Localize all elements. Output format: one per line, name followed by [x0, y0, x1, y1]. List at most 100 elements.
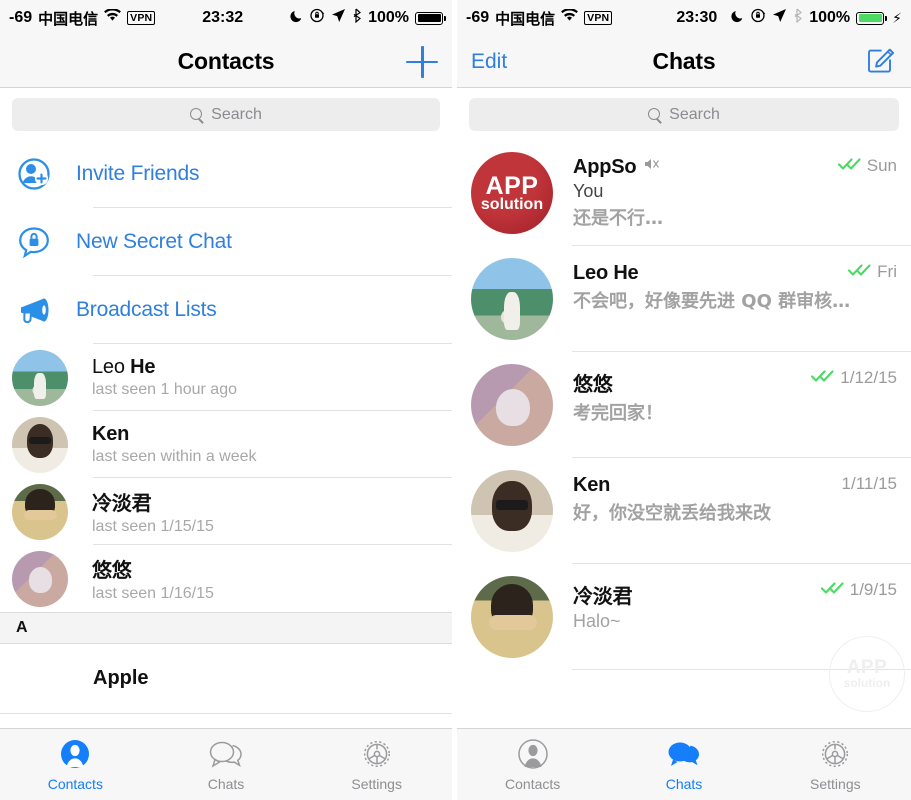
secret-chat-lock-icon: [14, 222, 76, 262]
signal-strength: -69: [9, 9, 33, 26]
avatar: [471, 470, 553, 552]
status-clock-group: 23:30: [676, 9, 717, 27]
tab-settings[interactable]: Settings: [760, 737, 911, 792]
chat-row[interactable]: 悠悠 1/12/15 考完回家！: [457, 352, 911, 458]
chat-row[interactable]: 冷淡君 1/9/15 Halo~: [457, 564, 911, 670]
tab-bar-right: Contacts Chats Settings: [457, 728, 911, 800]
battery-percent: 100%: [809, 9, 851, 26]
avatar: [471, 576, 553, 658]
nav-bar-contacts: Contacts: [0, 36, 452, 88]
tab-bar-left: Contacts Chats Settings: [0, 728, 452, 800]
chat-date: 1/9/15: [849, 580, 897, 599]
status-bar-right: -69 中国电信 VPN 23:30 100% ⚡: [457, 0, 911, 36]
tab-label: Chats: [207, 776, 245, 792]
chat-row[interactable]: Leo He Fri 不会吧，好像要先进 QQ 群审核…: [457, 246, 911, 352]
avatar: [12, 416, 68, 473]
tab-label: Contacts: [47, 776, 103, 792]
status-time: 23:30: [676, 9, 718, 26]
chat-date: 1/12/15: [840, 368, 897, 387]
action-new-secret-chat[interactable]: New Secret Chat: [0, 208, 452, 276]
contacts-list: Invite Friends New Secret Chat Broadcast…: [0, 140, 452, 714]
moon-icon: [731, 9, 745, 28]
add-contact-button[interactable]: [406, 45, 438, 78]
search-placeholder: Search: [211, 105, 262, 123]
avatar: [12, 349, 68, 406]
chat-date: Fri: [877, 262, 897, 281]
avatar: [471, 364, 553, 446]
chat-bubbles-icon: [208, 737, 244, 771]
wifi-icon: [561, 8, 579, 27]
chat-name: AppSo: [573, 156, 637, 178]
chat-bubbles-icon: [666, 737, 702, 771]
gear-icon: [818, 737, 852, 771]
chat-sender: You: [573, 181, 604, 201]
compose-icon: [865, 43, 897, 80]
battery-percent: 100%: [368, 9, 409, 26]
search-input[interactable]: Search: [469, 98, 899, 131]
contact-row[interactable]: 悠悠 last seen 1/16/15: [0, 545, 452, 612]
contact-row-apple[interactable]: Apple: [0, 644, 452, 714]
contact-row[interactable]: Ken last seen within a week: [0, 411, 452, 478]
bluetooth-icon: [352, 8, 362, 28]
add-person-icon: [14, 154, 76, 194]
section-header-a: A: [0, 612, 452, 644]
contact-name: 悠悠: [92, 558, 132, 582]
double-check-icon: [811, 369, 835, 388]
person-icon: [58, 737, 92, 771]
chat-preview: Halo~: [573, 611, 621, 631]
tab-chats[interactable]: Chats: [608, 737, 759, 792]
page-title: Chats: [652, 48, 716, 74]
compose-button[interactable]: [865, 43, 897, 80]
contact-name: Ken: [92, 423, 130, 445]
chat-preview: 不会吧，好像要先进 QQ 群审核…: [573, 291, 851, 312]
avatar: [12, 483, 68, 540]
chat-row[interactable]: Ken 1/11/15 好，你没空就丢给我来改: [457, 458, 911, 564]
avatar-text-primary: APP: [485, 171, 539, 200]
contact-last-seen: last seen 1 hour ago: [92, 381, 237, 398]
avatar: [12, 550, 68, 607]
contact-row[interactable]: Leo He last seen 1 hour ago: [0, 344, 452, 411]
battery-icon: [415, 11, 446, 25]
tab-chats[interactable]: Chats: [151, 737, 302, 792]
moon-icon: [290, 9, 304, 28]
tab-contacts[interactable]: Contacts: [0, 737, 151, 792]
avatar-text-secondary: solution: [480, 195, 544, 213]
charging-bolt-icon: ⚡: [892, 10, 902, 26]
chat-row[interactable]: APP solution AppSo Sun You 还是不行…: [457, 140, 911, 246]
double-check-icon: [848, 263, 872, 282]
vpn-badge: VPN: [127, 11, 156, 25]
dual-screenshot-container: -69 中国电信 VPN 23:32 100% Contacts Search …: [0, 0, 911, 800]
chats-screen: -69 中国电信 VPN 23:30 100% ⚡ Edit Chats Sea…: [457, 0, 911, 800]
status-right-group: 100%: [290, 8, 446, 28]
chat-name: Leo He: [573, 262, 639, 284]
chat-date: 1/11/15: [841, 474, 897, 493]
carrier-name: 中国电信: [38, 9, 99, 28]
search-input[interactable]: Search: [12, 98, 440, 131]
search-placeholder: Search: [669, 105, 720, 123]
tab-settings[interactable]: Settings: [301, 737, 452, 792]
chat-date: Sun: [866, 156, 897, 175]
double-check-icon: [820, 581, 845, 600]
action-invite-friends[interactable]: Invite Friends: [0, 140, 452, 208]
signal-strength: -69: [466, 9, 490, 26]
tab-label: Contacts: [505, 776, 561, 792]
contact-last-seen: last seen within a week: [92, 448, 257, 465]
action-label: Invite Friends: [76, 162, 200, 185]
edit-button[interactable]: Edit: [471, 50, 507, 74]
tab-contacts[interactable]: Contacts: [457, 737, 608, 792]
contact-row[interactable]: 冷淡君 last seen 1/15/15: [0, 478, 452, 545]
chat-preview: 好，你没空就丢给我来改: [573, 503, 771, 524]
contact-last-seen: last seen 1/15/15: [92, 518, 214, 535]
avatar: APP solution: [471, 152, 553, 234]
contacts-screen: -69 中国电信 VPN 23:32 100% Contacts Search …: [0, 0, 452, 800]
chat-name: 冷淡君: [573, 584, 633, 608]
nav-bar-chats: Edit Chats: [457, 36, 911, 88]
rotation-lock-icon: [310, 8, 325, 28]
chats-list: APP solution AppSo Sun You 还是不行… Leo He …: [457, 140, 911, 670]
wifi-icon: [104, 8, 122, 27]
search-icon: [648, 108, 661, 121]
action-broadcast-lists[interactable]: Broadcast Lists: [0, 276, 452, 344]
rotation-lock-icon: [751, 8, 766, 28]
tab-label: Settings: [351, 776, 402, 792]
gear-icon: [360, 737, 394, 771]
